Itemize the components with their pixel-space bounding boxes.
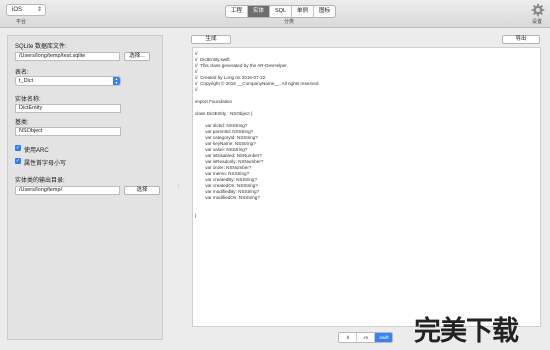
- generated-code: // // DictEntity.swift // This class gen…: [195, 51, 320, 218]
- settings-label: 设置: [532, 19, 543, 25]
- platform-value: iOS: [12, 7, 23, 13]
- tab-m[interactable]: .m: [357, 333, 375, 342]
- entity-name-field[interactable]: DictEntity: [15, 104, 121, 113]
- base-class-field[interactable]: NSObject: [15, 127, 121, 136]
- lowercase-property-checkbox[interactable]: ✓: [15, 158, 21, 164]
- platform-label: 平台: [16, 19, 27, 25]
- use-arc-checkbox[interactable]: ✓: [15, 145, 21, 151]
- table-name-value: t_Dict: [19, 78, 34, 84]
- table-name-select[interactable]: t_Dict ▴ ▾: [15, 76, 121, 86]
- category-label: 分类: [284, 19, 295, 25]
- output-dir-field[interactable]: /Users/long/temp/: [15, 186, 120, 195]
- tab-sql[interactable]: SQL: [270, 6, 292, 17]
- sqlite-path-field[interactable]: /Users/long/temp/test.sqlite: [15, 52, 120, 61]
- tab-icon[interactable]: 图标: [314, 6, 335, 17]
- use-arc-label: 使用ARC: [24, 148, 49, 154]
- gear-icon[interactable]: [531, 3, 545, 17]
- platform-select[interactable]: iOS ⇕: [6, 4, 46, 16]
- code-editor[interactable]: // // DictEntity.swift // This class gen…: [192, 47, 541, 327]
- choose-output-button[interactable]: 选择: [124, 186, 160, 195]
- entity-name-label: 实体名称:: [15, 97, 41, 103]
- category-segmented-control: 工程 实体 SQL 单例 图标: [225, 5, 336, 18]
- language-segmented-control: .h .m .swift: [338, 332, 393, 343]
- tab-h[interactable]: .h: [339, 333, 357, 342]
- sqlite-file-label: SQLite 数据库文件:: [15, 44, 67, 50]
- chevron-updown-icon: ▴ ▾: [113, 77, 120, 85]
- lowercase-property-label: 属性首字母小写: [24, 161, 67, 167]
- base-class-label: 基类:: [15, 120, 29, 126]
- table-name-label: 表名:: [15, 70, 29, 76]
- tab-project[interactable]: 工程: [226, 6, 248, 17]
- split-divider-handle[interactable]: ⋮: [176, 184, 181, 190]
- tab-entity[interactable]: 实体: [248, 6, 270, 17]
- tab-swift[interactable]: .swift: [375, 333, 392, 342]
- output-dir-label: 实体类的输出目录:: [15, 178, 65, 184]
- chevron-updown-icon: ⇕: [36, 7, 42, 13]
- export-button[interactable]: 导出: [502, 35, 540, 44]
- watermark-logo: 完美下载: [414, 316, 519, 347]
- tab-singleton[interactable]: 单例: [292, 6, 314, 17]
- choose-sqlite-button[interactable]: 选择...: [124, 52, 150, 61]
- generate-button[interactable]: 生成: [191, 35, 231, 44]
- toolbar: iOS ⇕ 平台 工程 实体 SQL 单例 图标 分类 设置: [0, 0, 550, 28]
